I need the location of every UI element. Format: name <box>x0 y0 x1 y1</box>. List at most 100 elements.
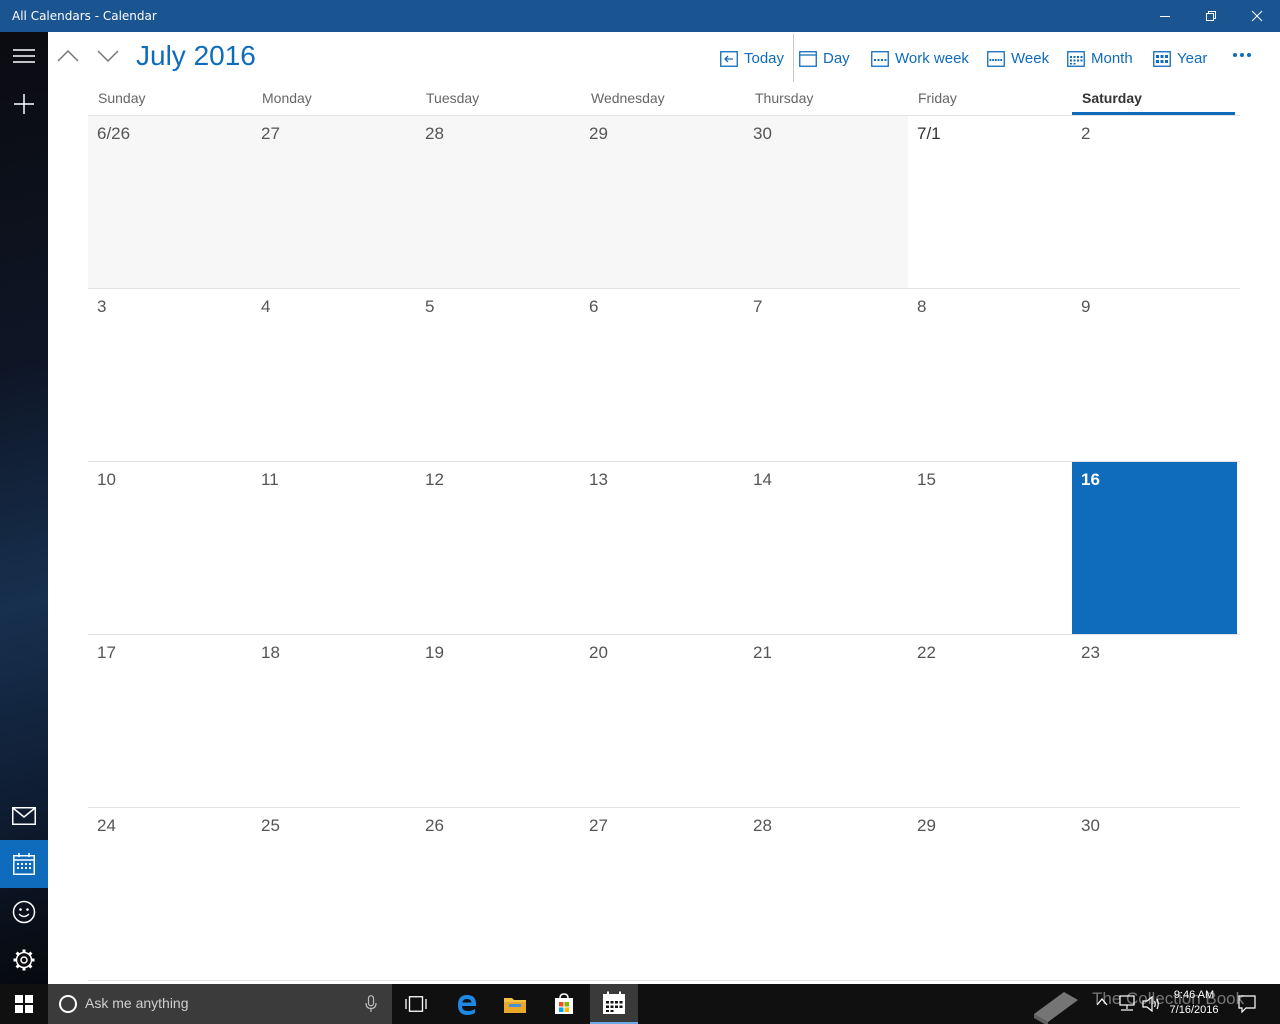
today-cell[interactable]: 16 <box>1072 462 1237 634</box>
store-button[interactable] <box>540 984 588 1024</box>
next-month-button[interactable] <box>90 40 126 72</box>
system-clock[interactable]: 9:46 AM 7/16/2016 <box>1162 988 1226 1018</box>
day-number: 26 <box>425 816 444 835</box>
day-cell[interactable]: 25 <box>252 808 416 980</box>
weekday-header-thursday: Thursday <box>755 90 814 106</box>
day-number: 6/26 <box>97 124 131 143</box>
day-cell[interactable]: 28 <box>416 116 580 288</box>
day-cell[interactable]: 20 <box>580 635 744 807</box>
chevron-up-icon <box>57 49 79 62</box>
day-cell[interactable]: 14 <box>744 462 908 634</box>
calendar-main: July 2016 Today Day Work week Week Month… <box>48 32 1280 984</box>
day-number: 19 <box>425 643 444 662</box>
day-cell[interactable]: 30 <box>1072 808 1238 980</box>
clock-date: 7/16/2016 <box>1169 1004 1219 1016</box>
weekday-header-tuesday: Tuesday <box>426 90 480 106</box>
day-cell[interactable]: 13 <box>580 462 744 634</box>
day-cell[interactable]: 27 <box>252 116 416 288</box>
volume-icon[interactable] <box>1142 996 1160 1012</box>
day-cell[interactable]: 21 <box>744 635 908 807</box>
day-number: 3 <box>97 297 107 316</box>
day-number: 7 <box>753 297 763 316</box>
grid-bottom-border <box>88 980 1240 981</box>
day-cell[interactable]: 28 <box>744 808 908 980</box>
mail-button[interactable] <box>0 792 48 840</box>
start-button[interactable] <box>0 984 48 1024</box>
day-cell[interactable]: 12 <box>416 462 580 634</box>
year-view-button[interactable]: Year <box>1153 46 1207 70</box>
day-cell[interactable]: 29 <box>580 116 744 288</box>
day-cell[interactable]: 18 <box>252 635 416 807</box>
new-event-button[interactable] <box>0 80 48 128</box>
menu-button[interactable] <box>0 32 48 80</box>
settings-button[interactable] <box>0 936 48 984</box>
day-cell[interactable]: 10 <box>88 462 252 634</box>
work-week-view-label: Work week <box>895 49 969 67</box>
restore-button[interactable] <box>1188 0 1234 32</box>
day-cell[interactable]: 2 <box>1072 116 1238 288</box>
calendar-app-button[interactable] <box>590 984 638 1024</box>
day-number: 5 <box>425 297 435 316</box>
edge-button[interactable] <box>443 984 491 1024</box>
day-cell[interactable]: 30 <box>744 116 908 288</box>
day-cell[interactable]: 29 <box>908 808 1072 980</box>
action-center-icon[interactable] <box>1238 995 1256 1013</box>
day-cell[interactable]: 6/26 <box>88 116 252 288</box>
week-view-button[interactable]: Week <box>987 46 1049 70</box>
day-cell[interactable]: 8 <box>908 289 1072 461</box>
day-number: 11 <box>261 470 279 489</box>
today-day-number: 16 <box>1081 470 1100 489</box>
previous-month-button[interactable] <box>50 40 86 72</box>
network-icon[interactable] <box>1118 995 1136 1013</box>
show-hidden-icons-icon[interactable] <box>1096 997 1108 1007</box>
day-cell[interactable]: 3 <box>88 289 252 461</box>
day-cell[interactable]: 15 <box>908 462 1072 634</box>
day-number: 27 <box>261 124 280 143</box>
close-button[interactable] <box>1234 0 1280 32</box>
calendar-button[interactable] <box>0 840 48 888</box>
file-explorer-button[interactable] <box>491 984 539 1024</box>
view-separator <box>793 34 794 82</box>
day-cell[interactable]: 5 <box>416 289 580 461</box>
day-cell[interactable]: 7 <box>744 289 908 461</box>
day-number: 14 <box>753 470 772 489</box>
day-number: 17 <box>97 643 116 662</box>
task-view-button[interactable] <box>392 984 440 1024</box>
day-number: 29 <box>917 816 936 835</box>
book-logo-icon <box>1034 992 1078 1024</box>
people-icon <box>12 900 36 924</box>
today-button[interactable]: Today <box>720 46 784 70</box>
day-number: 30 <box>1081 816 1100 835</box>
day-cell[interactable]: 4 <box>252 289 416 461</box>
hamburger-icon <box>13 49 35 63</box>
weekday-header-saturday: Saturday <box>1082 90 1142 106</box>
day-cell[interactable]: 27 <box>580 808 744 980</box>
week-row: 10 11 12 13 14 15 16 <box>88 461 1240 634</box>
work-week-view-button[interactable]: Work week <box>871 46 969 70</box>
work-week-view-icon <box>871 50 889 67</box>
day-cell[interactable]: 23 <box>1072 635 1238 807</box>
day-cell[interactable]: 26 <box>416 808 580 980</box>
month-title[interactable]: July 2016 <box>136 38 256 74</box>
day-view-button[interactable]: Day <box>799 46 850 70</box>
search-box[interactable]: Ask me anything <box>48 984 392 1024</box>
day-cell[interactable]: 19 <box>416 635 580 807</box>
day-cell[interactable]: 7/1 <box>908 116 1072 288</box>
day-cell[interactable]: 11 <box>252 462 416 634</box>
people-button[interactable] <box>0 888 48 936</box>
day-cell[interactable]: 24 <box>88 808 252 980</box>
minimize-button[interactable] <box>1142 0 1188 32</box>
day-cell[interactable]: 9 <box>1072 289 1238 461</box>
week-row: 24 25 26 27 28 29 30 <box>88 807 1240 980</box>
week-row: 6/26 27 28 29 30 7/1 2 <box>88 115 1240 288</box>
week-row: 17 18 19 20 21 22 23 <box>88 634 1240 807</box>
year-view-icon <box>1153 50 1171 67</box>
day-cell[interactable]: 22 <box>908 635 1072 807</box>
day-cell[interactable]: 17 <box>88 635 252 807</box>
left-rail <box>0 32 48 984</box>
day-number: 30 <box>753 124 772 143</box>
day-number: 20 <box>589 643 608 662</box>
more-options-button[interactable] <box>1230 44 1254 66</box>
month-view-button[interactable]: Month <box>1067 46 1133 70</box>
day-cell[interactable]: 6 <box>580 289 744 461</box>
